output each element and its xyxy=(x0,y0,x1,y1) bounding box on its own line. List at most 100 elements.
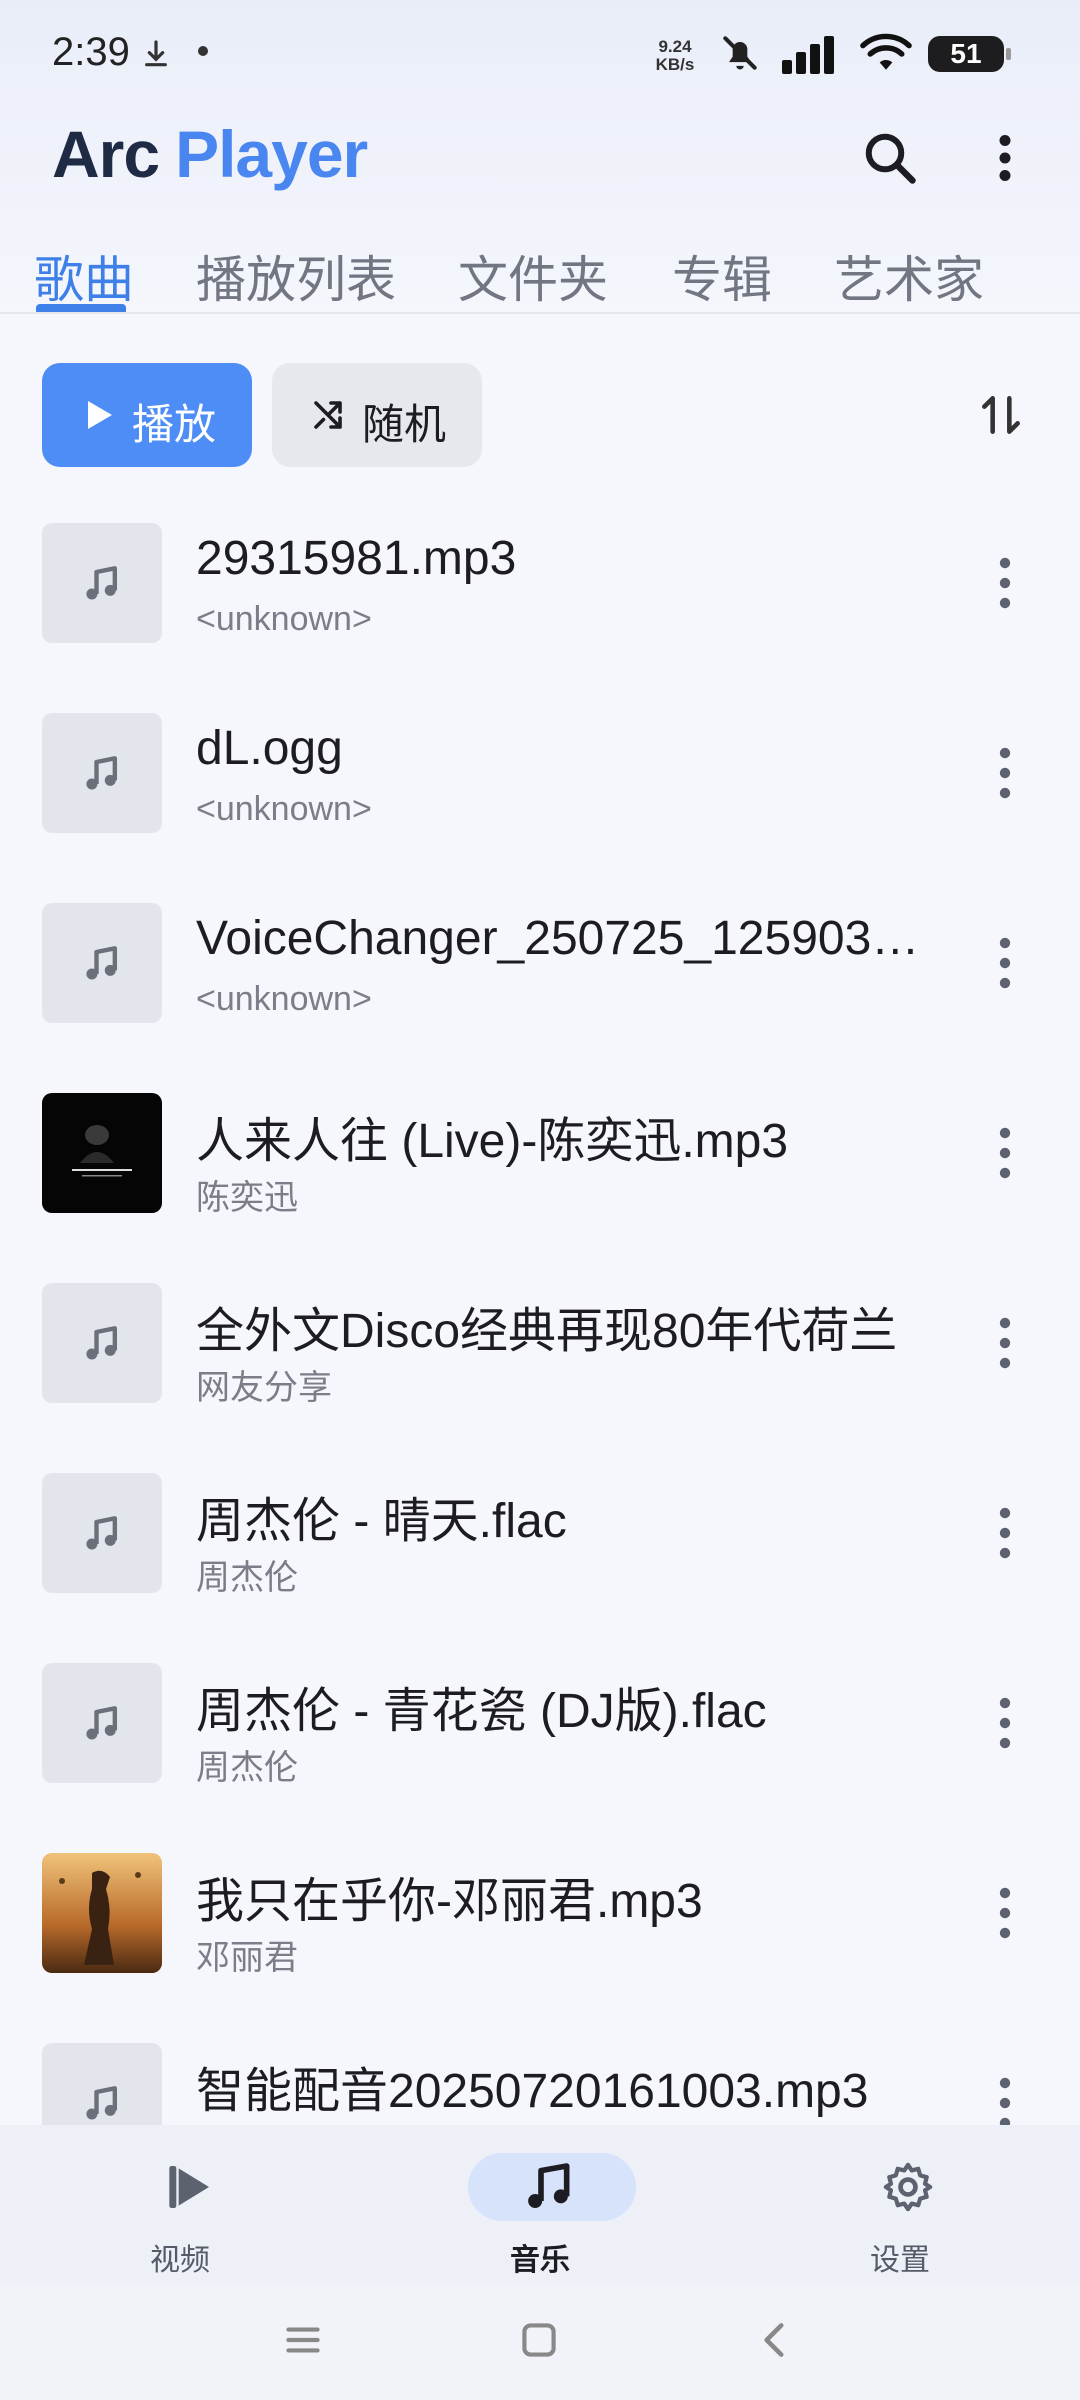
song-thumbnail xyxy=(42,1473,162,1593)
nav-video[interactable]: 视频 xyxy=(60,2137,300,2277)
bottom-nav: 视频 音乐 设置 xyxy=(0,2125,1080,2285)
nav-settings[interactable]: 设置 xyxy=(780,2137,1020,2277)
app-header: Arc Player 歌曲 播放列表 文件夹 专辑 艺术家 xyxy=(0,110,1080,314)
logo-player: Player xyxy=(175,117,368,191)
tab-artists[interactable]: 艺术家 xyxy=(834,240,984,314)
song-thumbnail xyxy=(42,2043,162,2125)
song-thumbnail xyxy=(42,713,162,833)
wifi-icon xyxy=(860,33,912,70)
music-icon xyxy=(528,2163,570,2208)
song-title: 29315981.mp3 xyxy=(196,532,517,585)
song-more-button[interactable] xyxy=(990,935,1020,991)
system-nav-bar xyxy=(0,2285,1080,2400)
play-all-label: 播放 xyxy=(132,401,217,448)
recents-icon[interactable] xyxy=(278,2315,328,2365)
song-more-button[interactable] xyxy=(990,1695,1020,1751)
signal-icon xyxy=(782,36,834,74)
tab-albums[interactable]: 专辑 xyxy=(672,240,772,314)
sort-button[interactable] xyxy=(976,390,1026,440)
app-logo: Arc Player xyxy=(52,116,368,192)
song-title: 全外文Disco经典再现80年代荷兰 xyxy=(196,1305,898,1358)
song-artist: <unknown> xyxy=(196,790,372,828)
net-speed-value: 9.24 xyxy=(658,37,692,56)
more-vert-icon xyxy=(999,1317,1011,1369)
tab-folders[interactable]: 文件夹 xyxy=(458,240,608,314)
song-row[interactable]: 人来人往 (Live)-陈奕迅.mp3 陈奕迅 xyxy=(0,1075,1080,1265)
play-icon xyxy=(88,401,112,429)
note-icon xyxy=(86,1326,118,1360)
more-vert-icon xyxy=(999,1507,1011,1559)
song-artist: 陈奕迅 xyxy=(196,1179,298,1217)
song-artist: 邓丽君 xyxy=(196,1939,298,1977)
song-more-button[interactable] xyxy=(990,1315,1020,1371)
more-options-button[interactable] xyxy=(975,128,1035,188)
net-speed-unit: KB/s xyxy=(655,55,695,74)
song-thumbnail xyxy=(42,1663,162,1783)
note-icon xyxy=(86,566,118,600)
net-speed: 9.24 KB/s xyxy=(648,38,702,74)
song-row[interactable]: 我只在乎你-邓丽君.mp3 邓丽君 xyxy=(0,1835,1080,2025)
song-title: 智能配音20250720161003.mp3 xyxy=(196,2065,869,2118)
song-thumbnail xyxy=(42,1853,162,1973)
tab-bar: 歌曲 播放列表 文件夹 专辑 艺术家 xyxy=(0,240,1080,314)
note-icon xyxy=(86,946,118,980)
song-artist: 周杰伦 xyxy=(196,1559,298,1597)
song-thumbnail xyxy=(42,1093,162,1213)
search-button[interactable] xyxy=(860,128,920,188)
song-artist: <unknown> xyxy=(196,600,372,638)
home-icon[interactable] xyxy=(514,2315,564,2365)
song-more-button[interactable] xyxy=(990,745,1020,801)
album-art-dark xyxy=(42,1093,162,1213)
note-icon xyxy=(86,1516,118,1550)
video-icon xyxy=(169,2166,209,2208)
song-more-button[interactable] xyxy=(990,1505,1020,1561)
song-thumbnail xyxy=(42,1283,162,1403)
notification-dot xyxy=(198,46,208,56)
shuffle-label: 随机 xyxy=(362,401,447,448)
back-icon[interactable] xyxy=(750,2315,800,2365)
more-vert-icon xyxy=(999,937,1011,989)
song-row[interactable]: 全外文Disco经典再现80年代荷兰 网友分享 xyxy=(0,1265,1080,1455)
song-row[interactable]: 周杰伦 - 青花瓷 (DJ版).flac 周杰伦 xyxy=(0,1645,1080,1835)
more-vert-icon xyxy=(999,1127,1011,1179)
nav-label-settings: 设置 xyxy=(870,2244,930,2277)
song-thumbnail xyxy=(42,523,162,643)
song-title: 周杰伦 - 青花瓷 (DJ版).flac xyxy=(196,1685,767,1738)
note-icon xyxy=(86,1706,118,1740)
song-thumbnail xyxy=(42,903,162,1023)
shuffle-button[interactable]: 随机 xyxy=(272,363,482,467)
battery-tip xyxy=(1006,48,1011,60)
note-icon xyxy=(86,2086,118,2120)
more-vert-icon xyxy=(999,557,1011,609)
song-title: 人来人往 (Live)-陈奕迅.mp3 xyxy=(196,1115,789,1168)
tab-indicator xyxy=(36,304,126,312)
shuffle-icon xyxy=(314,401,342,429)
song-row[interactable]: dL.ogg <unknown> xyxy=(0,695,1080,885)
song-artist: <unknown> xyxy=(196,980,372,1018)
song-artist: 周杰伦 xyxy=(196,1749,298,1787)
nav-music[interactable]: 音乐 xyxy=(420,2137,660,2277)
song-more-button[interactable] xyxy=(990,1125,1020,1181)
song-row[interactable]: 29315981.mp3 <unknown> xyxy=(0,505,1080,695)
song-more-button[interactable] xyxy=(990,1885,1020,1941)
logo-arc: Arc xyxy=(52,117,160,191)
more-vert-icon xyxy=(999,2077,1011,2125)
song-more-button[interactable] xyxy=(990,2075,1020,2125)
status-bar: 2:39 9.24 KB/s 51 xyxy=(0,0,1080,110)
song-row[interactable]: 智能配音20250720161003.mp3 xyxy=(0,2025,1080,2125)
tab-songs[interactable]: 歌曲 xyxy=(34,240,134,314)
bell-muted-icon xyxy=(723,36,757,70)
song-more-button[interactable] xyxy=(990,555,1020,611)
play-all-button[interactable]: 播放 xyxy=(42,363,252,467)
more-vert-icon xyxy=(999,1887,1011,1939)
song-row[interactable]: VoiceChanger_250725_125903.mp3 <unknown> xyxy=(0,885,1080,1075)
more-vert-icon xyxy=(999,747,1011,799)
nav-label-video: 视频 xyxy=(150,2244,210,2277)
note-icon xyxy=(86,756,118,790)
song-title: 周杰伦 - 晴天.flac xyxy=(196,1495,567,1548)
nav-label-music: 音乐 xyxy=(510,2244,570,2277)
song-row[interactable]: 周杰伦 - 晴天.flac 周杰伦 xyxy=(0,1455,1080,1645)
album-art-orange xyxy=(42,1853,162,1973)
tab-playlists[interactable]: 播放列表 xyxy=(196,240,396,314)
song-list: 29315981.mp3 <unknown> dL.ogg <unknown> Voic… xyxy=(0,505,1080,2125)
